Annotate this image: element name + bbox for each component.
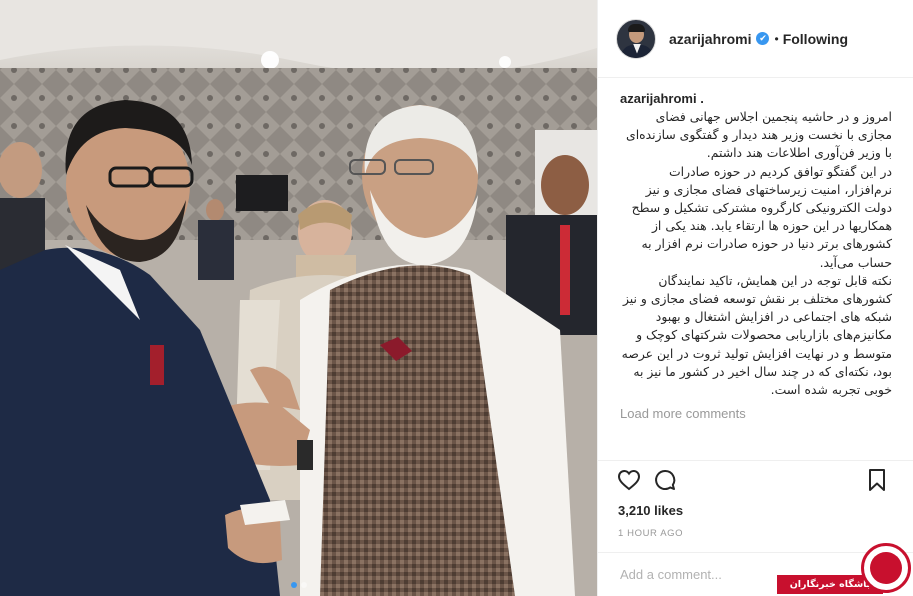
carousel-dot-active[interactable] (290, 582, 297, 588)
following-button[interactable]: Following (783, 31, 848, 47)
heart-icon[interactable] (614, 465, 644, 495)
post-side-panel: azarijahromi ✔ • Following azarijahromi … (597, 0, 913, 596)
header-username[interactable]: azarijahromi (669, 31, 751, 47)
comments-section[interactable]: azarijahromi . امروز و در حاشیه پنجمین ا… (598, 79, 913, 461)
caption-username[interactable]: azarijahromi . (620, 91, 892, 106)
carousel-indicator[interactable] (0, 582, 597, 588)
partial-comment (620, 429, 892, 437)
bookmark-icon[interactable] (862, 465, 892, 495)
photo-scene (0, 0, 597, 596)
avatar[interactable] (616, 18, 656, 59)
post-photo[interactable] (0, 0, 597, 596)
carousel-dot[interactable] (300, 582, 307, 588)
post-timestamp[interactable]: 1 HOUR AGO (614, 528, 898, 539)
header-separator: • (774, 31, 779, 46)
action-icon-row (614, 461, 898, 499)
load-more-comments-link[interactable]: Load more comments (620, 406, 892, 421)
watermark-emblem-icon (861, 543, 911, 593)
post-actions: 3,210 likes 1 HOUR AGO (598, 460, 913, 539)
caption-text: امروز و در حاشیه پنجمین اجلاس جهانی فضای… (621, 109, 892, 398)
watermark-logo: باشگاه خبرنگاران (777, 541, 913, 596)
comment-bubble-icon[interactable] (650, 465, 680, 495)
verified-badge-icon: ✔ (756, 32, 770, 45)
post-header: azarijahromi ✔ • Following (598, 0, 913, 78)
likes-count[interactable]: 3,210 likes (614, 503, 898, 518)
